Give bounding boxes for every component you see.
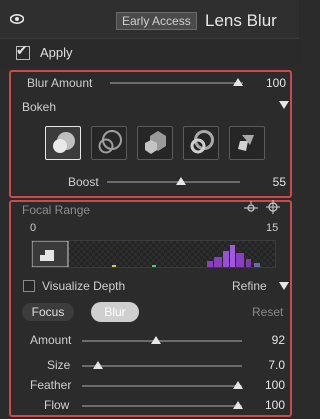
bokeh-shape-3-icon	[145, 131, 166, 154]
focal-min-value: 0	[30, 222, 37, 234]
blur-amount-thumb[interactable]	[233, 78, 243, 86]
feather-track[interactable]	[82, 385, 242, 387]
blur-amount-track[interactable]	[110, 82, 243, 84]
bokeh-label: Bokeh	[22, 100, 57, 114]
apply-label: Apply	[40, 45, 73, 60]
bokeh-shape-button[interactable]	[183, 126, 219, 160]
bokeh-shape-button[interactable]	[229, 126, 265, 160]
visualize-depth-checkbox[interactable]	[23, 280, 35, 292]
bokeh-shape-button[interactable]	[91, 126, 127, 160]
feather-label: Feather	[30, 378, 72, 392]
panel-title: Lens Blur	[205, 11, 277, 30]
focus-tab[interactable]: Focus	[22, 303, 74, 321]
size-label: Size	[47, 358, 71, 372]
target-icon[interactable]	[265, 200, 281, 214]
depth-histogram[interactable]	[31, 240, 276, 268]
boost-track[interactable]	[107, 181, 240, 183]
checkmark-icon: ✔	[16, 42, 28, 58]
focal-max-value: 15	[266, 222, 279, 234]
bokeh-shape-button[interactable]	[45, 126, 81, 160]
size-value: 7.0	[268, 358, 285, 372]
refine-dropdown-icon[interactable]	[279, 282, 289, 290]
flow-track[interactable]	[82, 405, 242, 407]
flow-value: 100	[264, 398, 285, 412]
bokeh-shape-1-icon	[53, 132, 75, 153]
flow-label: Flow	[44, 398, 70, 412]
size-track[interactable]	[82, 365, 242, 367]
blur-amount-label: Blur Amount	[27, 76, 93, 90]
bokeh-shape-4-icon	[190, 130, 214, 154]
size-thumb[interactable]	[93, 361, 103, 369]
focal-range-label: Focal Range	[22, 203, 91, 217]
bokeh-dropdown-icon[interactable]	[279, 101, 289, 109]
bokeh-shape-button[interactable]	[137, 126, 173, 160]
feather-thumb[interactable]	[233, 381, 243, 389]
blur-tab[interactable]: Blur	[91, 302, 139, 322]
amount-label: Amount	[30, 333, 72, 347]
boost-thumb[interactable]	[176, 177, 186, 185]
bokeh-shape-2-icon	[98, 130, 122, 154]
amount-thumb[interactable]	[151, 336, 161, 344]
bokeh-shape-5-icon	[238, 135, 254, 151]
reset-button[interactable]: Reset	[252, 305, 283, 319]
blur-amount-value: 100	[265, 76, 286, 90]
amount-value: 92	[271, 333, 285, 347]
sun-icon[interactable]	[243, 200, 259, 214]
eye-icon[interactable]	[10, 14, 24, 24]
boost-label: Boost	[68, 175, 99, 189]
visualize-depth-label: Visualize Depth	[42, 279, 126, 293]
flow-thumb[interactable]	[233, 401, 243, 409]
feather-value: 100	[264, 378, 285, 392]
refine-label[interactable]: Refine	[232, 279, 267, 293]
amount-track[interactable]	[82, 340, 242, 342]
early-access-badge: Early Access	[116, 12, 197, 30]
boost-value: 55	[272, 175, 286, 189]
